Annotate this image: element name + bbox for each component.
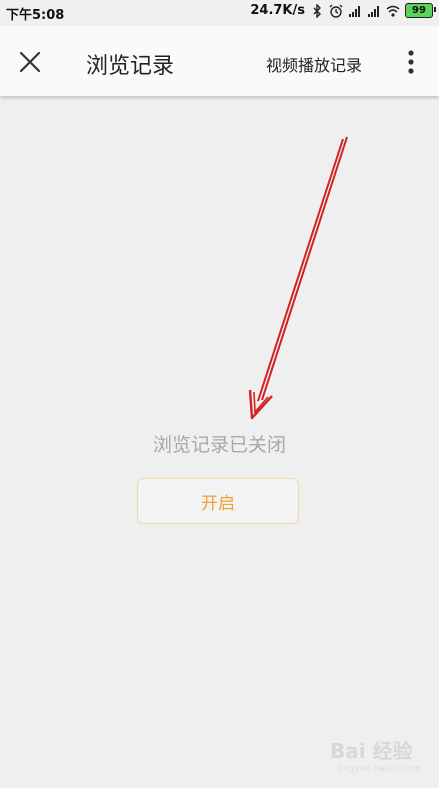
battery-icon: 99 [405,3,436,18]
status-icons: 24.7K/s 99 [250,3,436,18]
watermark-logo: Bai 经验 [330,739,413,763]
signal-icon [368,5,379,17]
close-icon[interactable] [14,46,46,78]
more-vertical-icon[interactable] [398,46,424,78]
network-speed: 24.7K/s [250,3,305,18]
enable-button[interactable]: 开启 [137,478,299,524]
annotation-arrow [248,136,348,420]
status-bar: 下午5:08 24.7K/s 99 [0,0,439,26]
video-history-link[interactable]: 视频播放记录 [266,52,362,76]
app-bar: 浏览记录 视频播放记录 [0,26,439,96]
bluetooth-icon [313,3,321,18]
page-title: 浏览记录 [86,54,175,79]
watermark-url: jingyan.baidu.com [338,764,422,774]
wifi-icon [386,5,400,17]
alarm-icon [329,4,343,18]
status-time: 下午5:08 [6,8,65,23]
signal-icon [349,5,360,17]
empty-state-message: 浏览记录已关闭 [152,434,286,456]
